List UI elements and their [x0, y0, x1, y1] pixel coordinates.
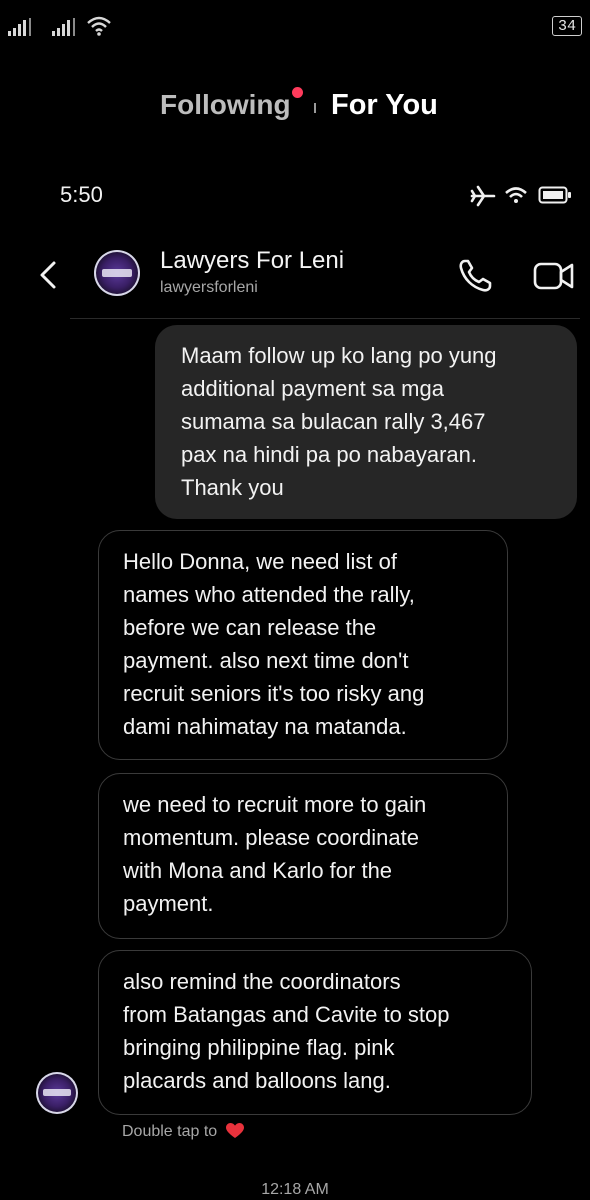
chat-contact-handle: lawyersforleni: [160, 279, 258, 296]
message-received[interactable]: we need to recruit more to gain momentum…: [98, 773, 508, 939]
message-line: payment.: [123, 891, 214, 916]
message-received[interactable]: Hello Donna, we need list of names who a…: [98, 530, 508, 760]
message-line: sumama sa bulacan rally 3,467: [181, 409, 486, 434]
message-line: Thank you: [181, 475, 284, 500]
message-line: from Batangas and Cavite to stop: [123, 1002, 450, 1027]
signal-icon: [8, 18, 34, 36]
message-line: before we can release the: [123, 615, 377, 640]
wifi-icon: [87, 16, 111, 36]
phone-call-icon[interactable]: [456, 257, 494, 295]
battery-indicator: 34: [552, 16, 582, 36]
tab-following[interactable]: Following: [160, 89, 291, 121]
battery-icon: [538, 186, 571, 204]
signal-icon: [52, 18, 78, 36]
message-received[interactable]: also remind the coordinators from Batang…: [98, 950, 532, 1115]
message-line: names who attended the rally,: [123, 582, 415, 607]
message-line: momentum. please coordinate: [123, 825, 419, 850]
inner-status-time: 5:50: [60, 182, 103, 207]
device-status-bar: 34: [0, 0, 590, 50]
message-line: recruit seniors it's too risky ang: [123, 681, 425, 706]
airplane-icon: [470, 185, 496, 207]
heart-icon[interactable]: [225, 1123, 244, 1139]
message-line: Hello Donna, we need list of: [123, 549, 397, 574]
wifi-icon: [505, 187, 527, 203]
header-divider: [70, 318, 580, 319]
tab-separator: [314, 103, 316, 113]
tab-for-you[interactable]: For You: [331, 89, 438, 122]
message-line: we need to recruit more to gain: [123, 792, 427, 817]
inner-status-icons: [470, 183, 580, 209]
message-line: dami nahimatay na matanda.: [123, 714, 407, 739]
sender-avatar[interactable]: [36, 1072, 78, 1114]
message-line: bringing philippine flag. pink: [123, 1035, 395, 1060]
chat-header: Lawyers For Leni lawyersforleni: [0, 235, 590, 315]
feed-tabs: Following For You: [0, 85, 590, 130]
back-arrow-icon[interactable]: [34, 255, 64, 295]
video-call-icon[interactable]: [532, 257, 576, 295]
message-line: with Mona and Karlo for the: [123, 858, 393, 883]
message-line: Maam follow up ko lang po yung: [181, 343, 497, 368]
reaction-hint: Double tap to: [122, 1123, 244, 1141]
message-line: also remind the coordinators: [123, 969, 401, 994]
live-dot-icon: [292, 87, 303, 98]
reaction-hint-text: Double tap to: [122, 1123, 218, 1140]
message-line: placards and balloons lang.: [123, 1068, 391, 1093]
message-line: payment. also next time don't: [123, 648, 409, 673]
message-line: additional payment sa mga: [181, 376, 444, 401]
message-line: pax na hindi pa po nabayaran.: [181, 442, 478, 467]
message-timestamp: 12:18 AM: [261, 1181, 329, 1198]
avatar[interactable]: [94, 250, 140, 296]
chat-contact-name[interactable]: Lawyers For Leni: [160, 247, 344, 275]
message-sent[interactable]: Maam follow up ko lang po yung additiona…: [155, 325, 577, 519]
